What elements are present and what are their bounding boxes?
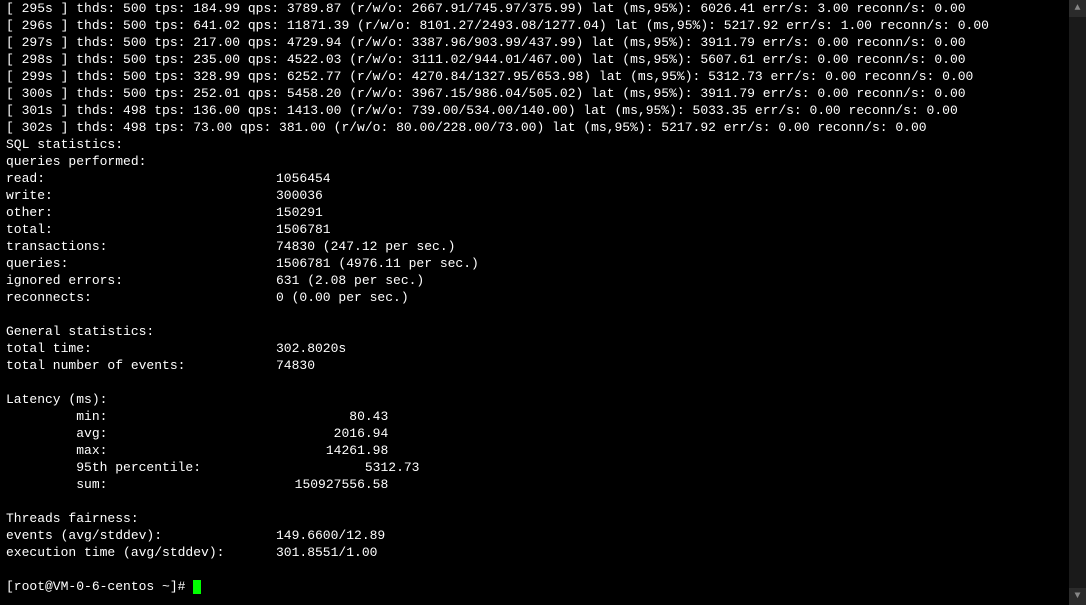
latency-sum-label: sum: — [6, 477, 107, 492]
transactions-label: transactions: — [6, 238, 276, 255]
terminal-window[interactable]: [ 295s ] thds: 500 tps: 184.99 qps: 3789… — [0, 0, 1086, 605]
scroll-up-button[interactable]: ▲ — [1069, 0, 1086, 17]
progress-line: [ 298s ] thds: 500 tps: 235.00 qps: 4522… — [0, 51, 1086, 68]
total-events-value: 74830 — [276, 357, 315, 374]
total-time-value: 302.8020s — [276, 340, 346, 357]
other-label: other: — [6, 204, 276, 221]
progress-line: [ 297s ] thds: 500 tps: 217.00 qps: 4729… — [0, 34, 1086, 51]
ignored-errors-value: 631 (2.08 per sec.) — [276, 272, 424, 289]
cursor-icon — [193, 580, 201, 594]
progress-line: [ 295s ] thds: 500 tps: 184.99 qps: 3789… — [0, 0, 1086, 17]
progress-line: [ 299s ] thds: 500 tps: 328.99 qps: 6252… — [0, 68, 1086, 85]
read-value: 1056454 — [276, 170, 331, 187]
total-label: total: — [6, 221, 276, 238]
latency-min-label: min: — [6, 409, 107, 424]
latency-avg-label: avg: — [6, 426, 107, 441]
latency-max-value: 14261.98 — [107, 443, 388, 458]
scrollbar[interactable]: ▲ ▼ — [1069, 0, 1086, 605]
reconnects-value: 0 (0.00 per sec.) — [276, 289, 409, 306]
ignored-errors-label: ignored errors: — [6, 272, 276, 289]
queries-label: queries: — [6, 255, 276, 272]
latency-p95-value: 5312.73 — [201, 460, 419, 475]
write-label: write: — [6, 187, 276, 204]
latency-avg-value: 2016.94 — [107, 426, 388, 441]
fairness-exec-value: 301.8551/1.00 — [276, 544, 377, 561]
queries-value: 1506781 (4976.11 per sec.) — [276, 255, 479, 272]
progress-line: [ 302s ] thds: 498 tps: 73.00 qps: 381.0… — [0, 119, 1086, 136]
fairness-section-header: Threads fairness: — [0, 510, 1086, 527]
latency-max-label: max: — [6, 443, 107, 458]
read-label: read: — [6, 170, 276, 187]
fairness-exec-label: execution time (avg/stddev): — [6, 544, 276, 561]
scroll-down-button[interactable]: ▼ — [1069, 588, 1086, 605]
total-value: 1506781 — [276, 221, 331, 238]
total-events-label: total number of events: — [6, 357, 276, 374]
sql-section-header: SQL statistics: — [0, 136, 1086, 153]
progress-line: [ 300s ] thds: 500 tps: 252.01 qps: 5458… — [0, 85, 1086, 102]
latency-section-header: Latency (ms): — [0, 391, 1086, 408]
latency-sum-value: 150927556.58 — [107, 477, 388, 492]
queries-performed-label: queries performed: — [0, 153, 1086, 170]
general-section-header: General statistics: — [0, 323, 1086, 340]
progress-line: [ 296s ] thds: 500 tps: 641.02 qps: 1187… — [0, 17, 1086, 34]
total-time-label: total time: — [6, 340, 276, 357]
reconnects-label: reconnects: — [6, 289, 276, 306]
progress-line: [ 301s ] thds: 498 tps: 136.00 qps: 1413… — [0, 102, 1086, 119]
fairness-events-value: 149.6600/12.89 — [276, 527, 385, 544]
write-value: 300036 — [276, 187, 323, 204]
latency-p95-label: 95th percentile: — [6, 460, 201, 475]
fairness-events-label: events (avg/stddev): — [6, 527, 276, 544]
other-value: 150291 — [276, 204, 323, 221]
transactions-value: 74830 (247.12 per sec.) — [276, 238, 455, 255]
shell-prompt[interactable]: [root@VM-0-6-centos ~]# — [6, 579, 193, 594]
latency-min-value: 80.43 — [107, 409, 388, 424]
